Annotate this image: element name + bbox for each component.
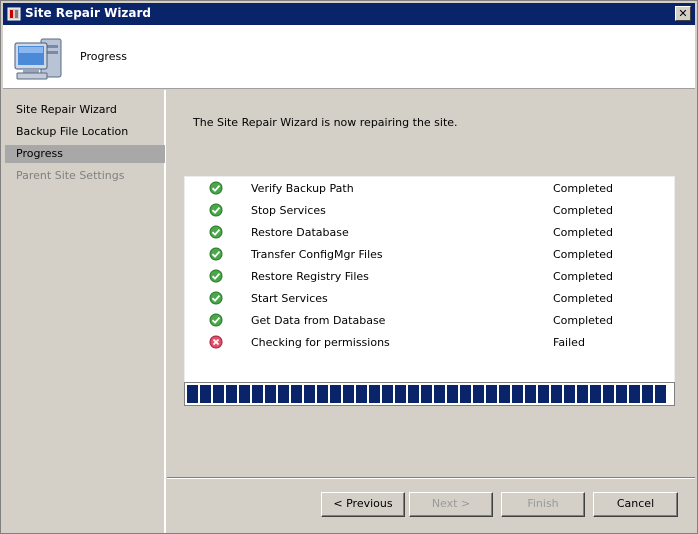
success-check-icon	[209, 247, 223, 261]
progress-block	[473, 385, 484, 403]
task-row: Start Services Completed	[185, 288, 675, 310]
success-check-icon	[209, 291, 223, 305]
app-icon	[7, 7, 21, 21]
task-status: Failed	[553, 336, 585, 349]
task-status: Completed	[553, 292, 613, 305]
progress-block	[356, 385, 367, 403]
progress-block	[486, 385, 497, 403]
progress-block	[213, 385, 224, 403]
sidebar-item-site-repair-wizard[interactable]: Site Repair Wizard	[5, 101, 165, 119]
progress-block	[499, 385, 510, 403]
progress-block	[317, 385, 328, 403]
task-status-list: Verify Backup Path Completed Stop Servic…	[184, 176, 675, 406]
progress-block	[447, 385, 458, 403]
progress-block	[304, 385, 315, 403]
previous-button[interactable]: < Previous	[321, 492, 405, 517]
progress-block	[187, 385, 198, 403]
progress-fill	[187, 385, 672, 403]
success-check-icon	[209, 181, 223, 195]
progress-block	[278, 385, 289, 403]
task-row: Checking for permissions Failed	[185, 332, 675, 354]
progress-block	[408, 385, 419, 403]
task-status: Completed	[553, 226, 613, 239]
success-check-icon	[209, 313, 223, 327]
task-row: Restore Database Completed	[185, 222, 675, 244]
progress-block	[525, 385, 536, 403]
task-name: Checking for permissions	[251, 336, 390, 349]
success-check-icon	[209, 225, 223, 239]
cancel-button[interactable]: Cancel	[593, 492, 678, 517]
progress-block	[603, 385, 614, 403]
progress-block	[460, 385, 471, 403]
task-status: Completed	[553, 204, 613, 217]
task-name: Start Services	[251, 292, 328, 305]
progress-block	[200, 385, 211, 403]
footer-divider	[167, 477, 695, 479]
close-icon: ✕	[678, 7, 688, 20]
task-name: Restore Database	[251, 226, 349, 239]
task-status: Completed	[553, 248, 613, 261]
task-row: Restore Registry Files Completed	[185, 266, 675, 288]
progress-block	[382, 385, 393, 403]
progress-block	[343, 385, 354, 403]
window-title: Site Repair Wizard	[25, 6, 152, 20]
task-name: Verify Backup Path	[251, 182, 354, 195]
progress-block	[590, 385, 601, 403]
error-x-icon	[209, 335, 223, 349]
progress-block	[616, 385, 627, 403]
progress-block	[252, 385, 263, 403]
main-content: The Site Repair Wizard is now repairing …	[167, 90, 695, 477]
task-row: Transfer ConfigMgr Files Completed	[185, 244, 675, 266]
progress-block	[421, 385, 432, 403]
success-check-icon	[209, 203, 223, 217]
progress-block	[369, 385, 380, 403]
page-title: Progress	[80, 50, 127, 63]
progress-block	[239, 385, 250, 403]
progress-block	[551, 385, 562, 403]
task-status: Completed	[553, 270, 613, 283]
task-name: Get Data from Database	[251, 314, 386, 327]
wizard-window: Site Repair Wizard ✕ Progress Site Repai…	[0, 0, 698, 534]
sidebar-item-backup-file-location[interactable]: Backup File Location	[5, 123, 165, 141]
progress-block	[538, 385, 549, 403]
computer-icon	[14, 38, 62, 80]
wizard-steps-sidebar: Site Repair Wizard Backup File Location …	[3, 90, 166, 533]
close-button[interactable]: ✕	[675, 6, 691, 21]
progress-block	[642, 385, 653, 403]
next-button[interactable]: Next >	[409, 492, 493, 517]
task-row: Stop Services Completed	[185, 200, 675, 222]
title-bar[interactable]: Site Repair Wizard ✕	[3, 3, 695, 25]
task-status: Completed	[553, 314, 613, 327]
task-row: Verify Backup Path Completed	[185, 178, 675, 200]
success-check-icon	[209, 269, 223, 283]
wizard-header: Progress	[3, 25, 695, 89]
progress-block	[291, 385, 302, 403]
progress-block	[226, 385, 237, 403]
task-name: Transfer ConfigMgr Files	[251, 248, 383, 261]
sidebar-item-parent-site-settings: Parent Site Settings	[16, 169, 125, 182]
progress-block	[512, 385, 523, 403]
progress-block	[564, 385, 575, 403]
finish-button[interactable]: Finish	[501, 492, 585, 517]
task-name: Stop Services	[251, 204, 326, 217]
progress-block	[655, 385, 666, 403]
intro-text: The Site Repair Wizard is now repairing …	[193, 116, 458, 129]
task-name: Restore Registry Files	[251, 270, 369, 283]
progress-block	[629, 385, 640, 403]
task-row: Get Data from Database Completed	[185, 310, 675, 332]
task-status: Completed	[553, 182, 613, 195]
progress-block	[395, 385, 406, 403]
progress-block	[330, 385, 341, 403]
progress-block	[434, 385, 445, 403]
progress-bar	[184, 382, 675, 406]
sidebar-item-progress[interactable]: Progress	[5, 145, 165, 163]
progress-block	[577, 385, 588, 403]
progress-block	[265, 385, 276, 403]
